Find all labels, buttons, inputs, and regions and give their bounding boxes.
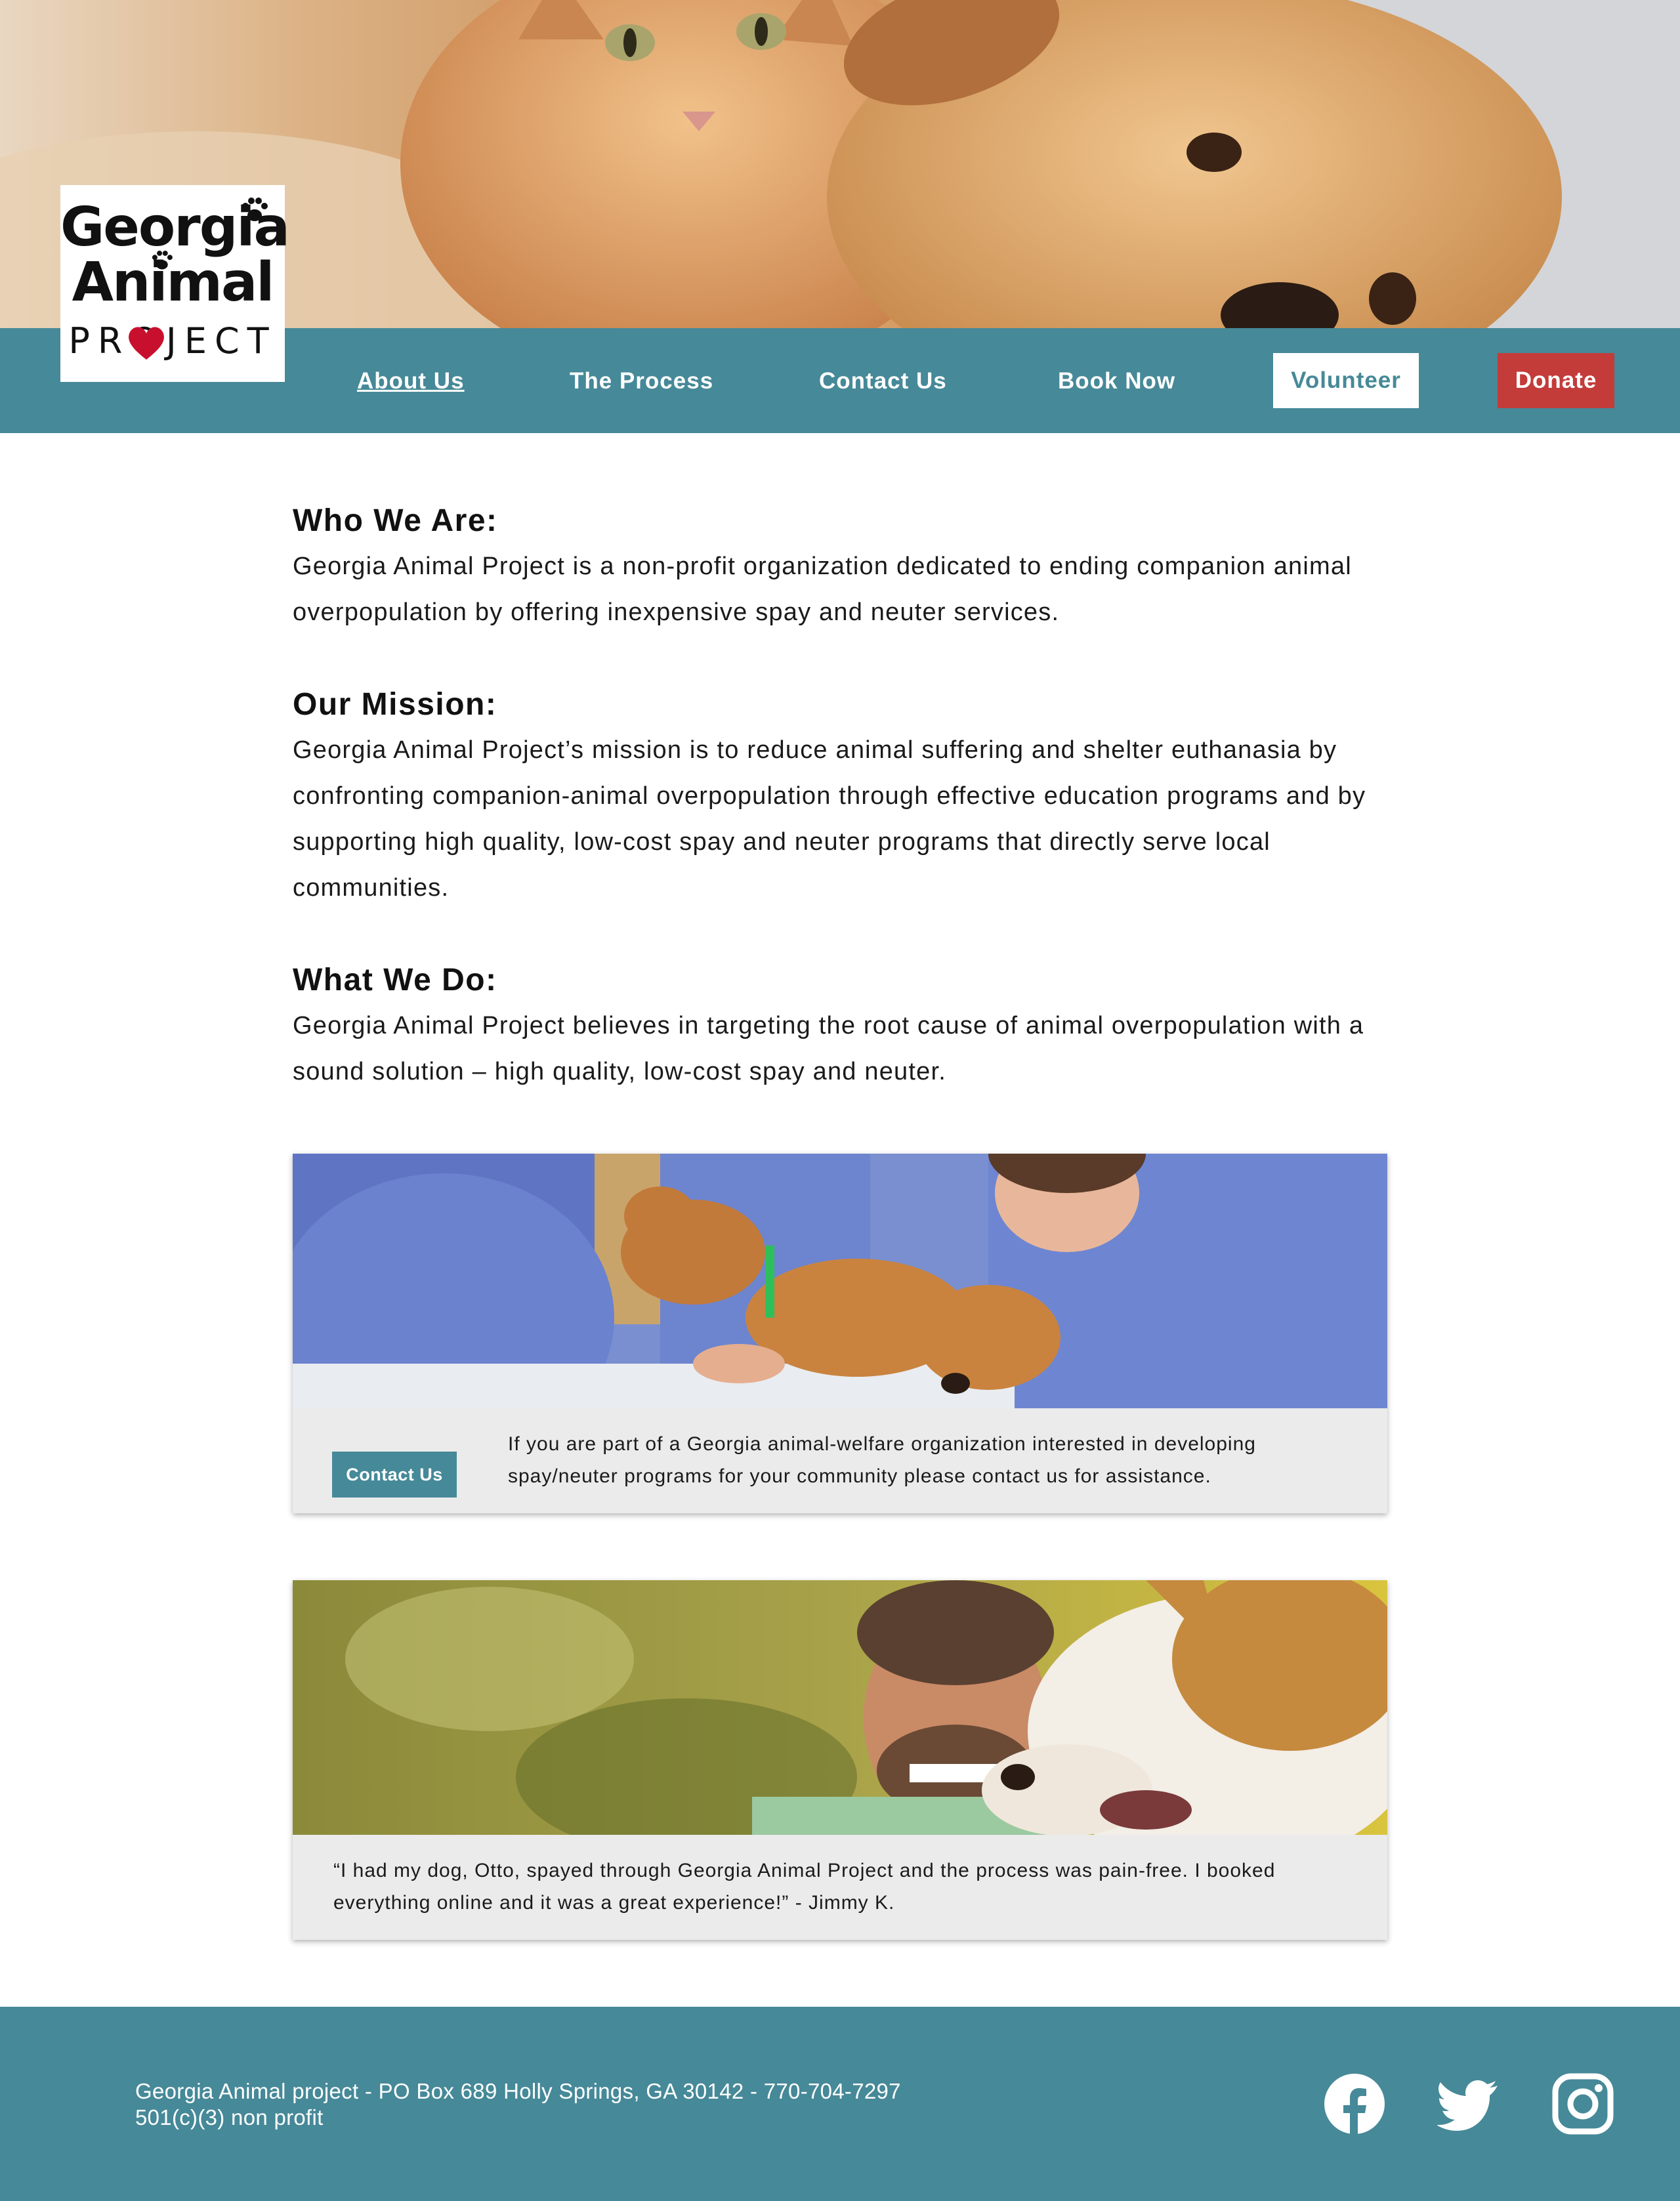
heart-icon xyxy=(129,327,164,360)
section-body: Georgia Animal Project’s mission is to r… xyxy=(293,736,1366,902)
logo-line3: PROJECT xyxy=(68,320,277,362)
nav-the-process[interactable]: The Process xyxy=(570,360,713,403)
section-body: Georgia Animal Project believes in targe… xyxy=(293,1012,1364,1085)
vet-photo-illustration xyxy=(293,1154,1387,1408)
georgia-animal-project-logo[interactable]: Georgia Animal PROJECT xyxy=(60,185,290,382)
footer-address: Georgia Animal project - PO Box 689 Holl… xyxy=(135,2079,901,2103)
footer-nonprofit: 501(c)(3) non profit xyxy=(135,2105,324,2129)
site-footer xyxy=(0,2007,1680,2201)
facebook-icon[interactable] xyxy=(1323,2072,1386,2135)
volunteer-button[interactable]: Volunteer xyxy=(1273,353,1419,408)
twitter-icon[interactable] xyxy=(1437,2072,1500,2135)
nav-contact-us[interactable]: Contact Us xyxy=(819,360,947,403)
section-title: What We Do: xyxy=(293,963,497,997)
who-we-are-section: Who We Are: Georgia Animal Project is a … xyxy=(293,499,1389,635)
contact-card: Contact Us If you are part of a Georgia … xyxy=(293,1154,1387,1513)
section-title: Who We Are: xyxy=(293,503,498,538)
nav-book-now[interactable]: Book Now xyxy=(1058,360,1175,403)
paw-print-icon xyxy=(242,198,268,221)
what-we-do-section: What We Do: Georgia Animal Project belie… xyxy=(293,958,1389,1095)
nav-about-us[interactable]: About Us xyxy=(357,360,465,403)
man-with-dog-image xyxy=(293,1580,1387,1835)
testimonial-text: “I had my dog, Otto, spayed through Geor… xyxy=(333,1860,1276,1914)
section-body: Georgia Animal Project is a non-profit o… xyxy=(293,553,1352,626)
card-contact-text: If you are part of a Georgia animal-welf… xyxy=(508,1433,1256,1487)
donate-button[interactable]: Donate xyxy=(1498,353,1614,408)
our-mission-section: Our Mission: Georgia Animal Project’s mi… xyxy=(293,682,1389,911)
vet-staff-with-puppies-image xyxy=(293,1154,1387,1408)
testimonial-card: “I had my dog, Otto, spayed through Geor… xyxy=(293,1580,1387,1940)
instagram-icon[interactable] xyxy=(1551,2072,1614,2135)
man-dog-photo-illustration xyxy=(293,1580,1387,1835)
section-title: Our Mission: xyxy=(293,687,497,722)
card-contact-us-button[interactable]: Contact Us xyxy=(332,1452,457,1498)
paw-print-small-icon xyxy=(152,250,173,270)
